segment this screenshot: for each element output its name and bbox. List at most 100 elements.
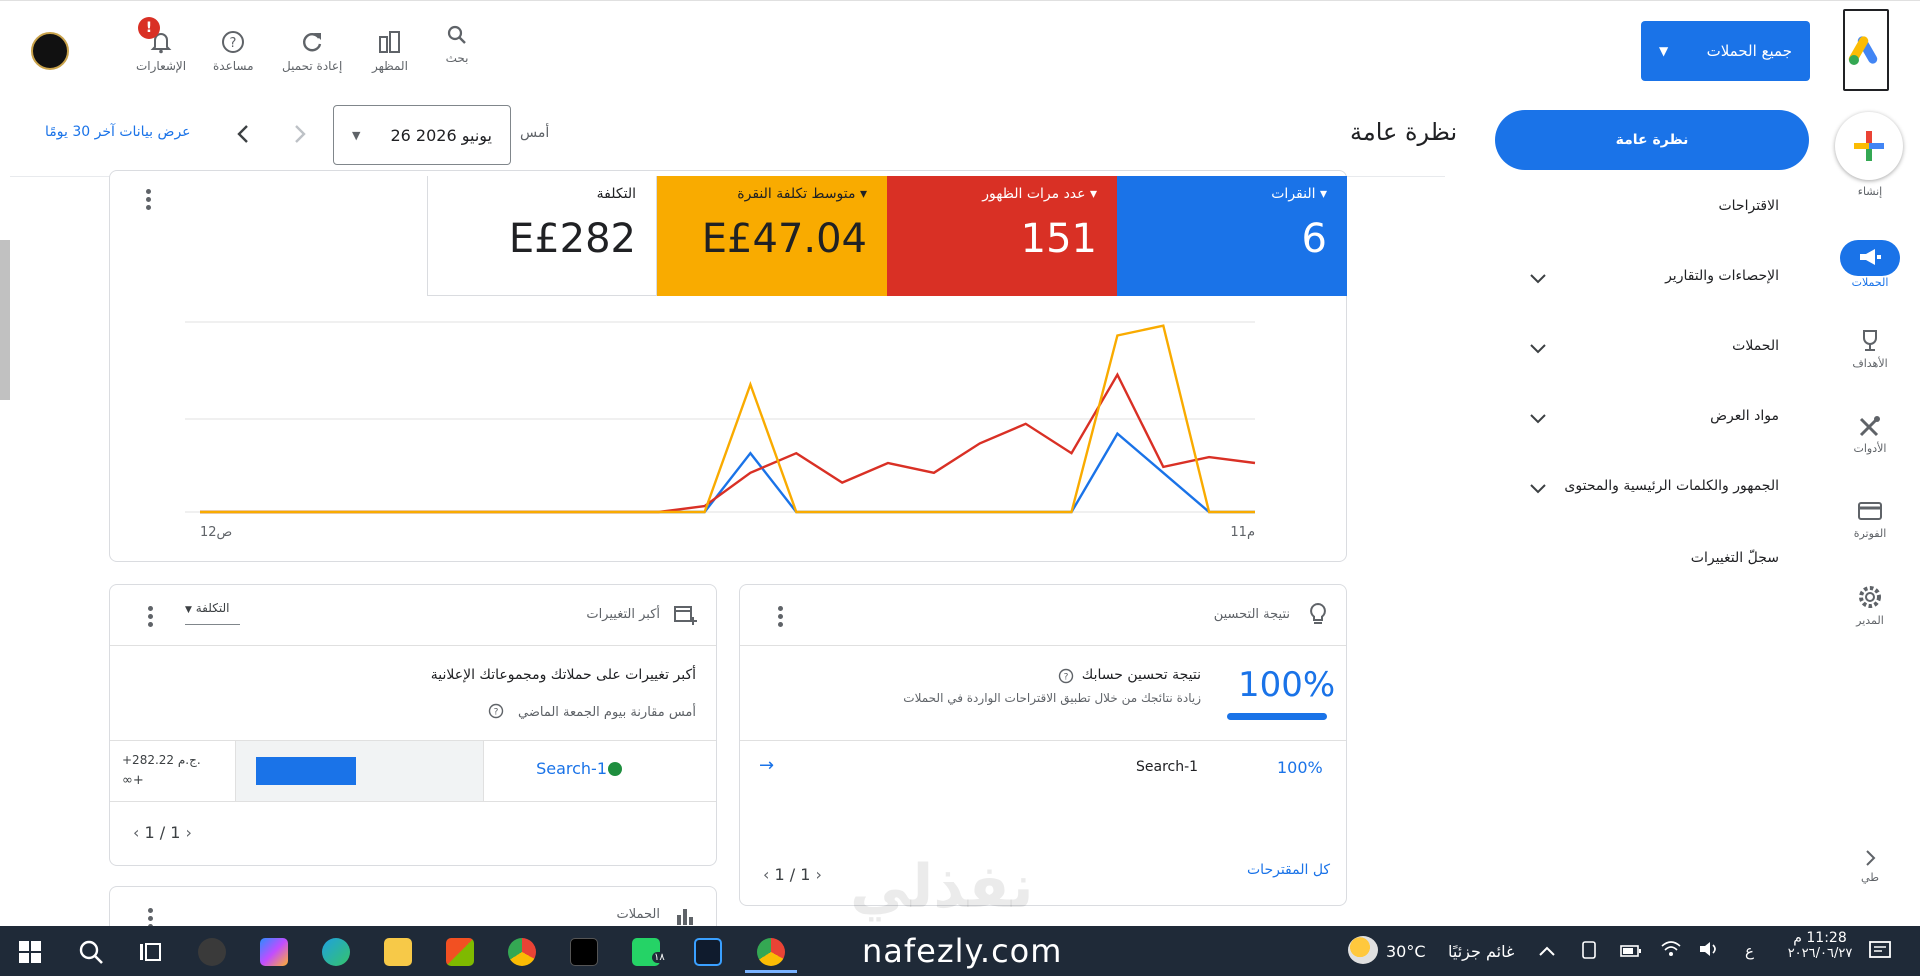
x-axis-start-label: 12ص	[200, 525, 232, 540]
campaign-selector-label: جميع الحملات	[1706, 42, 1792, 60]
weather-temp: 30°C	[1386, 942, 1426, 961]
rail-item-admin[interactable]: المدير	[1835, 583, 1905, 627]
battery-icon[interactable]	[1620, 944, 1642, 958]
avatar[interactable]	[31, 32, 69, 70]
table-row[interactable]: +282.22 ج.م. ∞+ Search-1	[110, 740, 716, 802]
arrow-right-icon[interactable]: →	[759, 755, 774, 776]
rail-admin-label: المدير	[1856, 614, 1884, 627]
divider	[483, 741, 484, 801]
optimization-subtext: زيادة نتائجك من خلال تطبيق الاقتراحات ال…	[903, 691, 1201, 705]
metric-avg-cpc-value: E£47.04	[701, 216, 867, 262]
clock[interactable]: 11:28 م ٢٠٢٦/٠٦/٢٧	[1780, 930, 1860, 961]
windows-start-icon[interactable]	[18, 940, 42, 964]
file-explorer-icon[interactable]	[384, 938, 412, 966]
volume-icon[interactable]	[1698, 940, 1720, 958]
nav-item-campaigns[interactable]: الحملات	[1732, 338, 1779, 354]
chevron-left-icon[interactable]	[233, 122, 253, 146]
change-value: +282.22 ج.م.	[122, 753, 201, 767]
chevron-left-icon[interactable]: ‹	[763, 865, 769, 884]
rail-item-goals[interactable]: الأهداف	[1835, 328, 1905, 370]
show-30-days-link[interactable]: عرض بيانات آخر 30 يومًا	[45, 124, 191, 140]
google-ads-logo[interactable]	[1843, 9, 1889, 91]
chevron-down-icon[interactable]	[1528, 342, 1548, 356]
appearance-tool[interactable]: المظهر	[372, 29, 408, 73]
credit-card-icon	[1858, 502, 1882, 520]
nav-overview[interactable]: نظرة عامة	[1495, 110, 1809, 170]
taskbar-search-icon[interactable]	[77, 938, 105, 966]
rail-item-billing[interactable]: الفوترة	[1835, 498, 1905, 540]
capcut-icon[interactable]	[570, 938, 598, 966]
date-picker[interactable]: ▼ 26 يونيو 2026	[333, 105, 511, 165]
rail-item-tools[interactable]: الأدوات	[1835, 413, 1905, 455]
chevron-down-icon[interactable]	[1528, 412, 1548, 426]
chevron-down-icon[interactable]	[1528, 272, 1548, 286]
device-icon[interactable]	[1580, 940, 1598, 960]
optimization-row-campaign[interactable]: Search-1	[1136, 759, 1198, 775]
edge-icon[interactable]	[322, 938, 350, 966]
obs-icon[interactable]	[198, 938, 226, 966]
nav-item-assets[interactable]: مواد العرض	[1710, 408, 1779, 424]
megaphone-icon	[1860, 248, 1881, 265]
metric-cost[interactable]: التكلفة E£282	[427, 176, 657, 296]
biggest-changes-card: أكبر التغييرات ▼ التكلفة أكبر تغييرات عل…	[109, 584, 717, 866]
chevron-right-icon[interactable]	[290, 122, 310, 146]
wifi-icon[interactable]	[1660, 940, 1682, 958]
scrollbar[interactable]	[0, 240, 10, 400]
metric-impressions[interactable]: عدد مرات الظهور ▾ 151	[887, 176, 1117, 296]
rail-billing-label: الفوترة	[1853, 527, 1887, 540]
nav-item-suggestions[interactable]: الاقتراحات	[1718, 198, 1779, 214]
more-options-icon[interactable]	[778, 603, 784, 630]
all-suggestions-link[interactable]: كل المقترحات	[1247, 862, 1330, 878]
task-view-icon[interactable]	[138, 940, 162, 964]
nav-item-change-history[interactable]: سجلّ التغييرات	[1691, 550, 1779, 566]
appearance-icon	[378, 31, 400, 53]
chevron-right-icon[interactable]: ›	[816, 865, 822, 884]
x-axis-end-label: 11م	[1230, 525, 1255, 540]
terminal-icon[interactable]	[694, 938, 722, 966]
metric-selector[interactable]: ▼ التكلفة	[185, 601, 240, 625]
metric-clicks[interactable]: النقرات ▾ 6	[1117, 176, 1347, 296]
store-icon[interactable]	[446, 938, 474, 966]
caret-down-icon: ▼	[352, 128, 361, 142]
nav-item-insights-reports[interactable]: الإحصاءات والتقارير	[1665, 268, 1779, 284]
whatsapp-badge: ١٨	[652, 952, 667, 963]
help-tool[interactable]: ? مساعدة	[213, 29, 254, 73]
divider	[110, 645, 716, 646]
date-range-label: أمس	[520, 125, 550, 141]
copilot-icon[interactable]	[260, 938, 288, 966]
metric-selector-value: التكلفة	[195, 601, 230, 615]
chevron-down-icon[interactable]	[1528, 482, 1548, 496]
chevron-left-icon[interactable]: ‹	[133, 823, 139, 842]
chrome-icon[interactable]	[508, 938, 536, 966]
metric-clicks-value: 6	[1301, 216, 1327, 262]
change-row-campaign[interactable]: Search-1	[536, 759, 607, 778]
notification-center-icon[interactable]	[1868, 940, 1892, 962]
metric-impressions-value: 151	[1020, 216, 1097, 262]
watermark-arabic: نفذلي	[850, 852, 1034, 922]
biggest-changes-heading: أكبر تغييرات على حملاتك ومجموعاتك الإعلا…	[430, 667, 696, 683]
metric-avg-cpc[interactable]: متوسط تكلفة النقرة ▾ E£47.04	[657, 176, 887, 296]
chevron-right-icon[interactable]: ›	[186, 823, 192, 842]
svg-text:?: ?	[230, 36, 237, 51]
campaign-selector[interactable]: ▼ جميع الحملات	[1641, 21, 1810, 81]
pagination: ‹ 1 / 1 ›	[763, 865, 822, 884]
active-app-indicator	[745, 970, 797, 973]
notifications-tool-label: الإشعارات	[136, 59, 187, 73]
rail-item-campaigns[interactable]: الحملات	[1835, 240, 1905, 289]
nav-item-audiences-keywords[interactable]: الجمهور والكلمات الرئيسية والمحتوى	[1564, 478, 1779, 494]
reload-tool[interactable]: إعادة تحميل	[282, 29, 342, 73]
help-icon[interactable]: ?	[488, 703, 504, 719]
more-options-icon[interactable]	[146, 186, 152, 213]
more-options-icon[interactable]	[148, 603, 154, 630]
search-tool[interactable]: بحث	[445, 23, 469, 65]
clock-time: 11:28 م	[1793, 930, 1847, 946]
weather-icon[interactable]	[1348, 936, 1378, 964]
chevron-up-icon[interactable]	[1538, 944, 1556, 958]
input-language[interactable]: ع	[1745, 942, 1754, 960]
rail-item-collapse[interactable]: طي	[1835, 848, 1905, 884]
help-icon[interactable]: ?	[1058, 668, 1074, 684]
chrome-active-icon[interactable]	[757, 938, 785, 966]
status-dot	[608, 762, 622, 776]
create-button[interactable]	[1835, 112, 1903, 180]
chart-grid	[185, 321, 1255, 513]
